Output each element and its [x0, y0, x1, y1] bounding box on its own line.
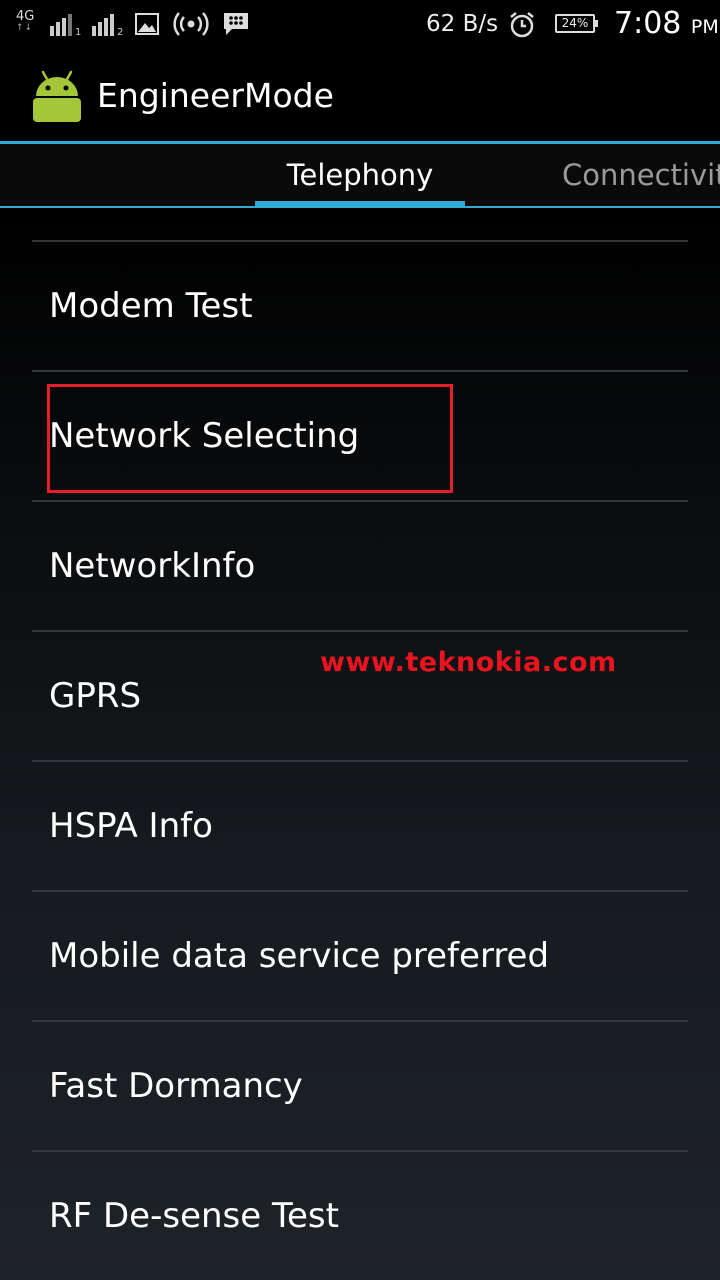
list-item-label: Mobile data service preferred: [49, 936, 550, 976]
menu-list: Modem Test Network Selecting NetworkInfo…: [0, 208, 720, 1280]
network-type: 4G: [16, 9, 35, 24]
watermark: www.teknokia.com: [320, 647, 617, 678]
list-item-mobile-data-service-preferred[interactable]: Mobile data service preferred: [32, 892, 688, 1020]
clock: 7:08 PM: [614, 6, 719, 45]
lte-icon: 4G ↑↓: [16, 9, 35, 33]
hotspot-icon: [173, 12, 209, 36]
list-item-modem-test[interactable]: Modem Test: [32, 242, 688, 370]
tab-strip: Telephony Connectivit: [0, 144, 720, 206]
tab-connectivity[interactable]: Connectivit: [562, 156, 720, 194]
app-bar: EngineerMode: [0, 48, 720, 141]
bbm-icon: [224, 13, 248, 35]
list-item-rf-de-sense-test[interactable]: RF De-sense Test: [32, 1152, 688, 1280]
clock-time: 7:08: [614, 6, 682, 41]
sim2-label: 2: [117, 27, 124, 38]
list-item-fast-dormancy[interactable]: Fast Dormancy: [32, 1022, 688, 1150]
list-item-label: Fast Dormancy: [49, 1066, 303, 1106]
list-item-label: HSPA Info: [49, 806, 213, 846]
app-title: EngineerMode: [97, 76, 334, 115]
list-item-hspa-info[interactable]: HSPA Info: [32, 762, 688, 890]
data-rate: 62 B/s: [426, 11, 499, 37]
alarm-icon: [510, 12, 534, 38]
sim1-label: 1: [75, 27, 82, 38]
list-item-label: NetworkInfo: [49, 546, 256, 586]
battery-level: 24%: [561, 16, 589, 30]
status-bar: 4G ↑↓ 1 2 62 B/s 24% 7:08 PM: [0, 0, 720, 48]
clock-ampm: PM: [690, 16, 719, 38]
list-item-label: GPRS: [49, 676, 142, 716]
android-icon: [33, 70, 81, 122]
list-item-label: Modem Test: [49, 286, 253, 326]
list-item-label: RF De-sense Test: [49, 1196, 339, 1236]
battery-icon: 24%: [555, 14, 598, 33]
list-item-networkinfo[interactable]: NetworkInfo: [32, 502, 688, 630]
highlight-box: [47, 384, 453, 493]
tab-telephony[interactable]: Telephony: [255, 156, 465, 194]
image-icon: [135, 13, 159, 35]
